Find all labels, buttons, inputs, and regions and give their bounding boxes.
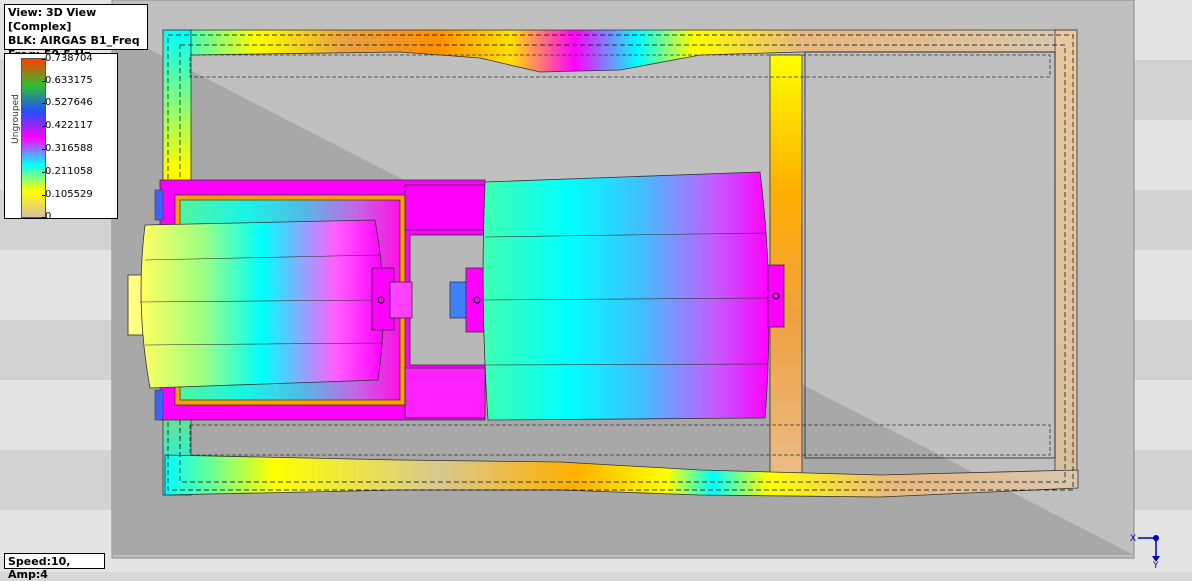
legend-tick: 0 xyxy=(41,211,52,222)
legend-tick: 0.316588 xyxy=(42,143,93,154)
view-label: View: 3D View [Complex] xyxy=(8,6,97,33)
motor xyxy=(127,219,413,389)
axis-triad-icon[interactable]: X Y xyxy=(1128,528,1168,568)
legend-tick: 0.105529 xyxy=(42,189,93,200)
legend-color-bar xyxy=(21,58,46,218)
legend-group-label: Ungrouped xyxy=(11,94,21,144)
3d-viewport[interactable] xyxy=(0,0,1192,572)
color-legend: Ungrouped 0.738704 0.633175 0.527646 0.4… xyxy=(4,53,118,222)
legend-tick: 0.211058 xyxy=(42,166,93,177)
axis-x-label: X xyxy=(1130,534,1136,544)
axis-y-label: Y xyxy=(1152,561,1159,568)
animation-status: Speed:10, Amp:4 xyxy=(4,553,105,581)
legend-tick: 0.738704 xyxy=(42,53,93,64)
blower-housing xyxy=(482,171,785,421)
legend-tick: 0.527646 xyxy=(42,97,93,108)
legend-tick: 0.633175 xyxy=(42,75,93,86)
legend-tick: 0.422117 xyxy=(42,120,93,131)
info-panel: View: 3D View [Complex] BLK: AIRGAS B1_F… xyxy=(4,4,148,61)
block-label: BLK: AIRGAS B1_Freq xyxy=(8,34,140,47)
